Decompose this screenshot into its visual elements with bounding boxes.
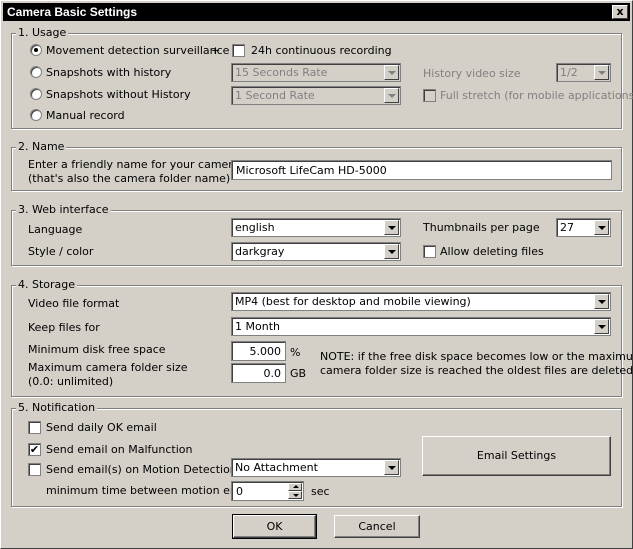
- title-bar[interactable]: Camera Basic Settings x: [3, 3, 630, 21]
- allow-deleting-label[interactable]: Allow deleting files: [440, 245, 544, 258]
- snapshot-rate-nohistory-value: 1 Second Rate: [235, 89, 315, 102]
- cancel-button[interactable]: Cancel: [334, 515, 420, 538]
- attachment-value: No Attachment: [235, 461, 318, 474]
- check-icon: ✔: [29, 443, 40, 456]
- video-format-select[interactable]: MP4 (best for desktop and mobile viewing…: [231, 292, 611, 311]
- min-time-stepper[interactable]: 0: [231, 481, 304, 501]
- ok-button[interactable]: OK: [232, 514, 317, 539]
- snapshot-rate-history-select[interactable]: 15 Seconds Rate: [231, 63, 401, 82]
- radio-snapshots-history-label[interactable]: Snapshots with history: [46, 66, 171, 79]
- camera-settings-dialog: Camera Basic Settings x 1. Usage Movemen…: [0, 0, 633, 549]
- min-free-label: Minimum disk free space: [28, 343, 166, 356]
- name-prompt-line2: (that's also the camera folder name): [28, 172, 231, 185]
- chevron-down-icon[interactable]: [594, 65, 609, 80]
- full-stretch-label[interactable]: Full stretch (for mobile applications): [440, 89, 633, 102]
- camera-name-value: Microsoft LifeCam HD-5000: [236, 164, 387, 177]
- history-video-size-value: 1/2: [560, 66, 578, 79]
- min-time-unit: sec: [311, 485, 330, 498]
- chevron-down-icon[interactable]: [384, 460, 399, 475]
- motion-email-checkbox[interactable]: [28, 463, 41, 476]
- radio-movement-detection-label[interactable]: Movement detection surveillance: [46, 44, 229, 57]
- ok-label: OK: [266, 520, 283, 533]
- chevron-down-icon[interactable]: [594, 294, 609, 309]
- chevron-down-icon[interactable]: [594, 319, 609, 334]
- max-folder-label-line2: (0.0: unlimited): [28, 375, 114, 388]
- radio-snapshots-no-history-label[interactable]: Snapshots without History: [46, 88, 191, 101]
- continuous-recording-label[interactable]: 24h continuous recording: [251, 44, 392, 57]
- malfunction-label[interactable]: Send email on Malfunction: [46, 443, 192, 456]
- full-stretch-checkbox[interactable]: [423, 89, 436, 102]
- storage-note-line1: NOTE: if the free disk space becomes low…: [320, 350, 633, 363]
- video-format-label: Video file format: [28, 297, 120, 310]
- min-free-unit: %: [290, 346, 301, 359]
- min-free-input[interactable]: 5.000: [231, 341, 286, 361]
- chevron-down-icon[interactable]: [384, 244, 399, 259]
- max-folder-value: 0.0: [263, 367, 282, 380]
- email-settings-label: Email Settings: [476, 449, 557, 462]
- radio-movement-detection[interactable]: [30, 44, 42, 56]
- style-label: Style / color: [28, 245, 94, 258]
- name-legend: 2. Name: [16, 140, 67, 153]
- radio-manual-record[interactable]: [30, 109, 42, 121]
- daily-ok-checkbox[interactable]: [28, 421, 41, 434]
- daily-ok-label[interactable]: Send daily OK email: [46, 421, 157, 434]
- language-select[interactable]: english: [231, 218, 401, 237]
- chevron-down-icon[interactable]: [384, 88, 399, 103]
- malfunction-checkbox[interactable]: ✔: [28, 443, 41, 456]
- notification-legend: 5. Notification: [16, 401, 98, 414]
- email-settings-button[interactable]: Email Settings: [422, 436, 611, 476]
- motion-email-label[interactable]: Send email(s) on Motion Detection: [46, 463, 237, 476]
- continuous-recording-checkbox[interactable]: [232, 44, 245, 57]
- chevron-down-icon[interactable]: [384, 220, 399, 235]
- video-format-value: MP4 (best for desktop and mobile viewing…: [235, 295, 471, 308]
- language-label: Language: [28, 223, 83, 236]
- history-video-size-label: History video size: [423, 67, 521, 80]
- min-time-value: 0: [236, 485, 243, 498]
- plus-sign: +: [211, 44, 221, 57]
- thumbnails-value: 27: [560, 221, 574, 234]
- thumbnails-select[interactable]: 27: [556, 218, 611, 237]
- storage-legend: 4. Storage: [16, 278, 78, 291]
- attachment-select[interactable]: No Attachment: [231, 458, 401, 477]
- close-button[interactable]: x: [612, 5, 628, 19]
- cancel-label: Cancel: [358, 520, 396, 533]
- storage-note-line2: camera folder size is reached the oldest…: [320, 364, 633, 377]
- keep-files-select[interactable]: 1 Month: [231, 317, 611, 336]
- keep-files-value: 1 Month: [235, 320, 280, 333]
- close-icon: x: [616, 5, 624, 18]
- radio-snapshots-no-history[interactable]: [30, 88, 42, 100]
- max-folder-label-line1: Maximum camera folder size: [28, 361, 188, 374]
- chevron-down-icon[interactable]: [594, 220, 609, 235]
- camera-name-input[interactable]: Microsoft LifeCam HD-5000: [231, 160, 612, 180]
- usage-legend: 1. Usage: [16, 26, 69, 39]
- min-time-label: minimum time between motion emails: [46, 484, 260, 497]
- thumbnails-label: Thumbnails per page: [423, 221, 540, 234]
- style-value: darkgray: [235, 245, 285, 258]
- window-title: Camera Basic Settings: [7, 5, 138, 19]
- chevron-down-icon[interactable]: [384, 65, 399, 80]
- language-value: english: [235, 221, 275, 234]
- radio-manual-record-label[interactable]: Manual record: [46, 109, 125, 122]
- style-select[interactable]: darkgray: [231, 242, 401, 261]
- keep-files-label: Keep files for: [28, 321, 100, 334]
- history-video-size-select[interactable]: 1/2: [556, 63, 611, 82]
- spinner-icon[interactable]: [288, 483, 302, 499]
- radio-snapshots-history[interactable]: [30, 66, 42, 78]
- snapshot-rate-history-value: 15 Seconds Rate: [235, 66, 328, 79]
- max-folder-input[interactable]: 0.0: [231, 363, 286, 383]
- name-prompt-line1: Enter a friendly name for your camera: [28, 158, 240, 171]
- snapshot-rate-nohistory-select[interactable]: 1 Second Rate: [231, 86, 401, 105]
- web-interface-legend: 3. Web interface: [16, 203, 111, 216]
- max-folder-unit: GB: [290, 367, 307, 380]
- min-free-value: 5.000: [249, 345, 282, 358]
- allow-deleting-checkbox[interactable]: [423, 245, 436, 258]
